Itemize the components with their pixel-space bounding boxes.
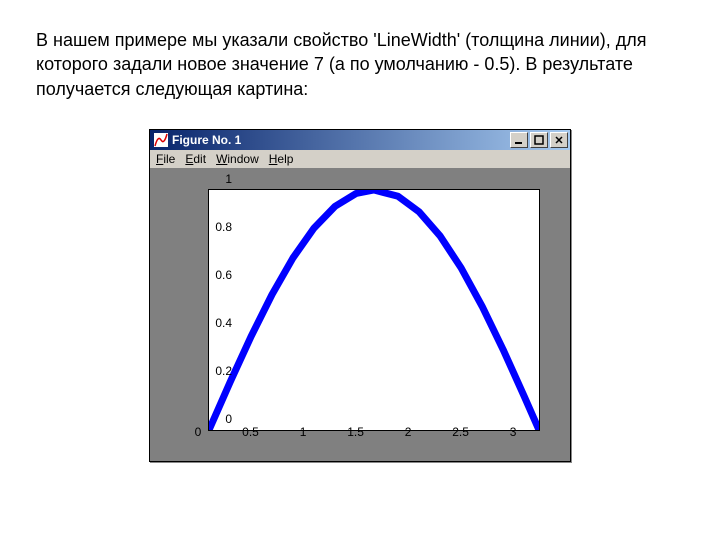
- close-button[interactable]: [550, 132, 568, 148]
- y-tick-label: 1: [192, 172, 232, 186]
- y-tick-label: 0.6: [192, 268, 232, 282]
- x-tick-label: 0.5: [242, 425, 259, 439]
- plot-area: 0 0.2 0.4 0.6 0.8 1 0 0.5 1 1.5 2 2.5 3: [150, 169, 570, 461]
- x-tick-label: 0: [195, 425, 202, 439]
- description-paragraph: В нашем примере мы указали свойство 'Lin…: [36, 28, 684, 101]
- figure-window: Figure No. 1 Fdocument.currentScript.pre…: [149, 129, 571, 462]
- y-tick-label: 0.2: [192, 364, 232, 378]
- menu-bar: Fdocument.currentScript.previousElementS…: [150, 150, 570, 169]
- app-icon: [154, 133, 168, 147]
- y-tick-label: 0.8: [192, 220, 232, 234]
- title-bar: Figure No. 1: [150, 130, 570, 150]
- maximize-button[interactable]: [530, 132, 548, 148]
- menu-edit[interactable]: Edit: [185, 152, 206, 166]
- x-tick-label: 1: [300, 425, 307, 439]
- window-title: Figure No. 1: [172, 133, 510, 147]
- minimize-button[interactable]: [510, 132, 528, 148]
- menu-window[interactable]: Window: [216, 152, 259, 166]
- y-tick-label: 0.4: [192, 316, 232, 330]
- x-tick-label: 2: [405, 425, 412, 439]
- y-tick-label: 0: [192, 412, 232, 426]
- x-tick-label: 1.5: [347, 425, 364, 439]
- x-tick-label: 2.5: [452, 425, 469, 439]
- chart-axes: [208, 189, 540, 431]
- x-tick-label: 3: [510, 425, 517, 439]
- chart-curve: [209, 190, 539, 430]
- menu-file[interactable]: Fdocument.currentScript.previousElementS…: [156, 152, 175, 166]
- menu-help[interactable]: Help: [269, 152, 294, 166]
